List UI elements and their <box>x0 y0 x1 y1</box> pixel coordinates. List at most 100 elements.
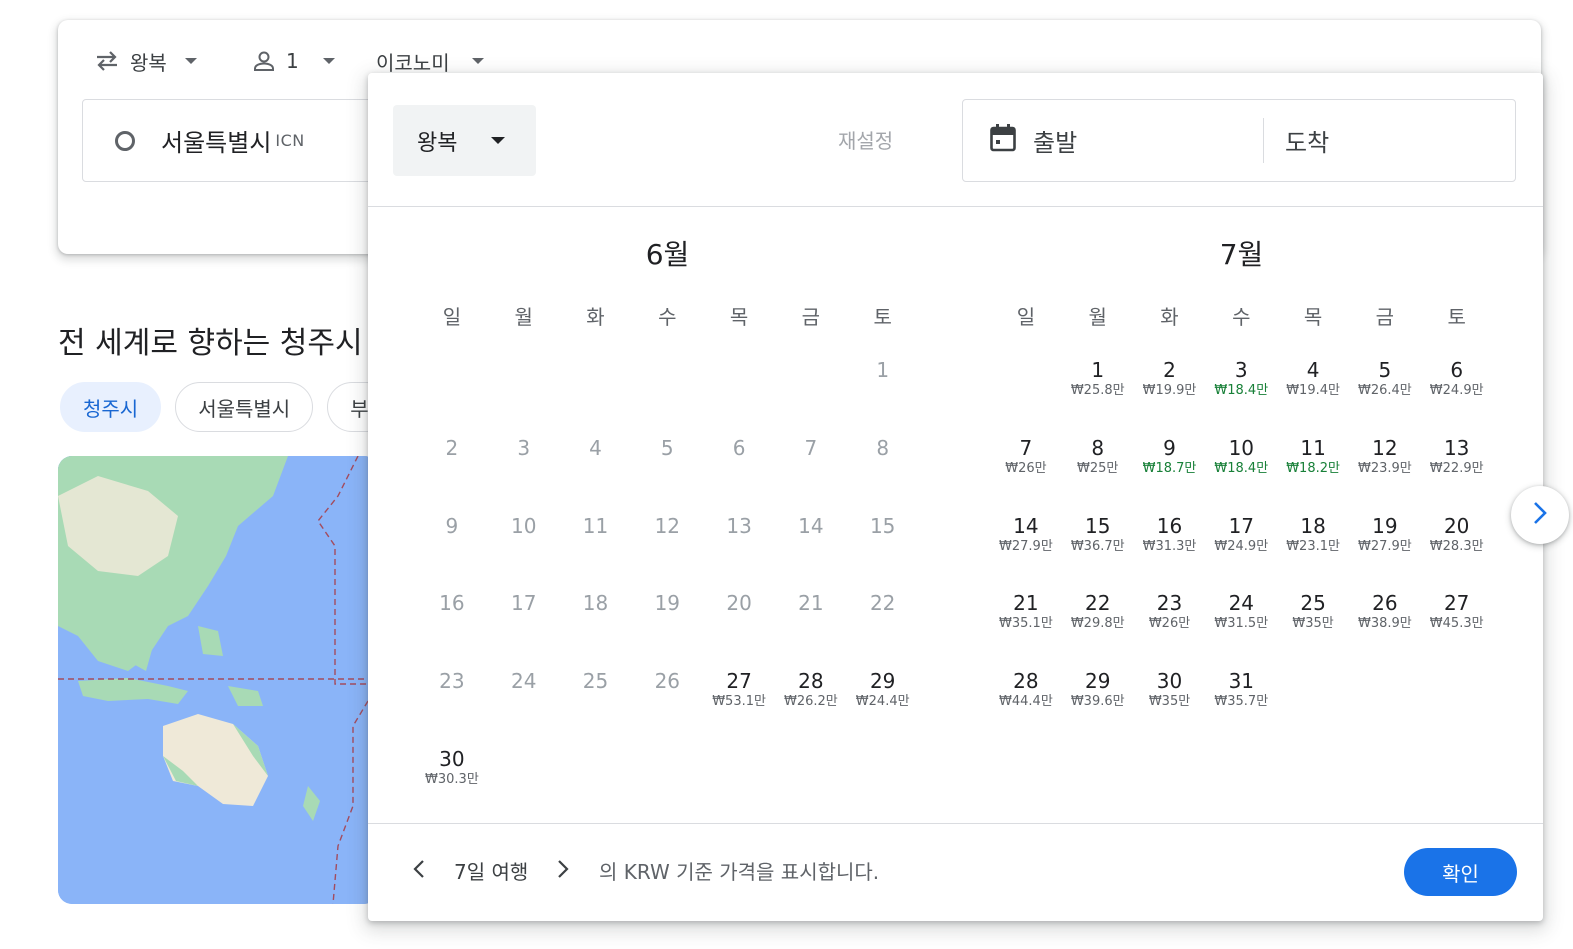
calendar-day[interactable]: 14 ₩27.9만 <box>990 500 1062 578</box>
calendar-day[interactable]: 21 ₩35.1만 <box>990 577 1062 655</box>
reset-button[interactable]: 재설정 <box>838 125 893 154</box>
calendar-day[interactable]: 12 ₩23.9만 <box>1349 422 1421 500</box>
day-number: 2 <box>1163 358 1176 382</box>
day-number: 2 <box>445 435 459 460</box>
weekday-label: 일 <box>442 305 462 329</box>
day-price: ₩45.3만 <box>1429 616 1484 632</box>
day-number: 15 <box>869 513 896 538</box>
departure-placeholder: 출발 <box>1033 129 1078 157</box>
calendar-day[interactable]: 7 ₩26만 <box>990 422 1062 500</box>
confirm-button[interactable]: 확인 <box>1404 848 1517 896</box>
calendar-day: 18 <box>560 577 632 655</box>
chevron-down-icon <box>184 58 197 64</box>
departure-date-input[interactable]: 출발 <box>989 100 1077 181</box>
calendar-day[interactable]: 18 ₩23.1만 <box>1277 500 1349 578</box>
day-grid: 1 ₩25.8만 2 ₩19.9만 3 ₩18.4만 4 ₩19.4만 5 ₩26.4만 6 ₩24.… <box>990 344 1493 733</box>
increase-duration-button[interactable] <box>556 858 570 884</box>
weekday-label: 목 <box>1303 305 1323 329</box>
passenger-dropdown[interactable]: 1 <box>252 46 335 76</box>
calendar-day[interactable]: 26 ₩38.9만 <box>1349 577 1421 655</box>
calendar-day: 5 <box>631 422 703 500</box>
calendar-day[interactable]: 23 ₩26만 <box>1134 577 1206 655</box>
calendar-day: 10 <box>488 500 560 578</box>
day-number: 26 <box>654 669 681 694</box>
weekday-label: 토 <box>873 305 892 329</box>
cabin-class-dropdown[interactable]: 이코노미 <box>376 46 484 76</box>
calendar-day[interactable]: 16 ₩31.3만 <box>1134 500 1206 578</box>
next-month-button[interactable] <box>1511 486 1569 544</box>
day-number: 17 <box>1228 513 1255 538</box>
day-number: 6 <box>732 435 746 460</box>
return-date-input[interactable]: 도착 <box>1285 100 1329 181</box>
calendar-day[interactable]: 13 ₩22.9만 <box>1421 422 1493 500</box>
day-price: ₩36.7만 <box>1070 538 1125 554</box>
decrease-duration-button[interactable] <box>412 858 426 884</box>
day-price: ₩35.7만 <box>1214 694 1269 710</box>
day-number: 16 <box>1156 513 1183 538</box>
calendar-day[interactable]: 30 ₩30.3만 <box>416 733 488 811</box>
calendar-day[interactable]: 3 ₩18.4만 <box>1205 344 1277 422</box>
calendar-day[interactable]: 30 ₩35만 <box>1134 655 1206 733</box>
day-number: 13 <box>726 513 752 538</box>
weekday-label: 수 <box>658 305 677 329</box>
day-price: ₩25.8만 <box>1070 383 1125 398</box>
calendar-day[interactable]: 22 ₩29.8만 <box>1062 577 1134 655</box>
weekday-label: 화 <box>586 305 605 329</box>
calendar-day: 17 <box>488 577 560 655</box>
calendar-day[interactable]: 24 ₩31.5만 <box>1205 577 1277 655</box>
calendar-day[interactable]: 9 ₩18.7만 <box>1134 422 1206 500</box>
calendar-day[interactable]: 6 ₩24.9만 <box>1421 344 1493 422</box>
day-number: 4 <box>1306 358 1320 382</box>
calendar-day[interactable]: 15 ₩36.7만 <box>1062 500 1134 578</box>
day-number: 13 <box>1443 435 1470 460</box>
calendar-day[interactable]: 8 ₩25만 <box>1062 422 1134 500</box>
day-number: 27 <box>1443 591 1470 616</box>
calendar-day[interactable]: 1 ₩25.8만 <box>1062 344 1134 422</box>
calendar-day[interactable]: 28 ₩44.4만 <box>990 655 1062 733</box>
date-picker-header: 왕복 재설정 출발 도착 <box>368 73 1543 207</box>
calendar-day[interactable]: 28 ₩26.2만 <box>775 655 847 733</box>
calendar-day: 11 <box>560 500 632 578</box>
calendar-day[interactable]: 10 ₩18.4만 <box>1205 422 1277 500</box>
chip-cheongju[interactable]: 청주시 <box>60 382 162 432</box>
calendar-day[interactable]: 19 ₩27.9만 <box>1349 500 1421 578</box>
calendar-day[interactable]: 5 ₩26.4만 <box>1349 344 1421 422</box>
calendar-day: 9 <box>416 500 488 578</box>
day-number: 14 <box>798 513 824 538</box>
trip-type-dropdown[interactable]: 왕복 <box>94 46 197 76</box>
explore-map[interactable] <box>58 456 378 904</box>
calendar-day[interactable]: 27 ₩53.1만 <box>703 655 775 733</box>
month-june: 6월 일 월 화 수 목 금 토 1 2 3 4 5 6 7 8 9 10 11 12 13 14 15 16… <box>416 233 919 811</box>
map-graphic <box>58 456 378 904</box>
calendar-day[interactable]: 29 ₩24.4만 <box>847 655 919 733</box>
destination-chips: 청주시 서울특별시 부 <box>60 382 392 432</box>
calendar-day: 3 <box>488 422 560 500</box>
day-price: ₩35만 <box>1292 616 1334 632</box>
calendar-day[interactable]: 11 ₩18.2만 <box>1277 422 1349 500</box>
weekday-label: 월 <box>1088 305 1107 329</box>
weekday-label: 월 <box>514 305 533 329</box>
origin-city: 서울특별시 <box>161 129 272 157</box>
calendar-day[interactable]: 27 ₩45.3만 <box>1421 577 1493 655</box>
trip-type-select[interactable]: 왕복 <box>393 105 536 176</box>
month-july: 7월 일 월 화 수 목 금 토 1 ₩25.8만 2 ₩19.9만 3 ₩18.4만 4 ₩… <box>990 233 1493 733</box>
calendar-day: 1 <box>847 344 919 422</box>
calendar-day[interactable]: 2 ₩19.9만 <box>1134 344 1206 422</box>
calendar-day[interactable]: 29 ₩39.6만 <box>1062 655 1134 733</box>
calendar-day[interactable]: 4 ₩19.4만 <box>1277 344 1349 422</box>
day-number: 11 <box>1300 435 1326 460</box>
day-number: 12 <box>654 513 681 538</box>
calendar-day: 6 <box>703 422 775 500</box>
origin-input[interactable]: 서울특별시 ICN <box>82 99 402 182</box>
calendar-day[interactable]: 31 ₩35.7만 <box>1205 655 1277 733</box>
calendar-day[interactable]: 17 ₩24.9만 <box>1205 500 1277 578</box>
day-number: 22 <box>1084 591 1111 616</box>
empty-day-cell <box>631 344 703 422</box>
calendar-day[interactable]: 25 ₩35만 <box>1277 577 1349 655</box>
day-price: ₩24.4만 <box>855 694 910 710</box>
day-number: 19 <box>654 591 681 616</box>
calendar-day[interactable]: 20 ₩28.3만 <box>1421 500 1493 578</box>
chip-seoul[interactable]: 서울특별시 <box>175 382 314 432</box>
date-picker-dialog: 왕복 재설정 출발 도착 6월 일 월 화 수 목 금 토 1 2 3 4 5 … <box>368 73 1569 921</box>
day-price: ₩18.7만 <box>1142 460 1197 476</box>
